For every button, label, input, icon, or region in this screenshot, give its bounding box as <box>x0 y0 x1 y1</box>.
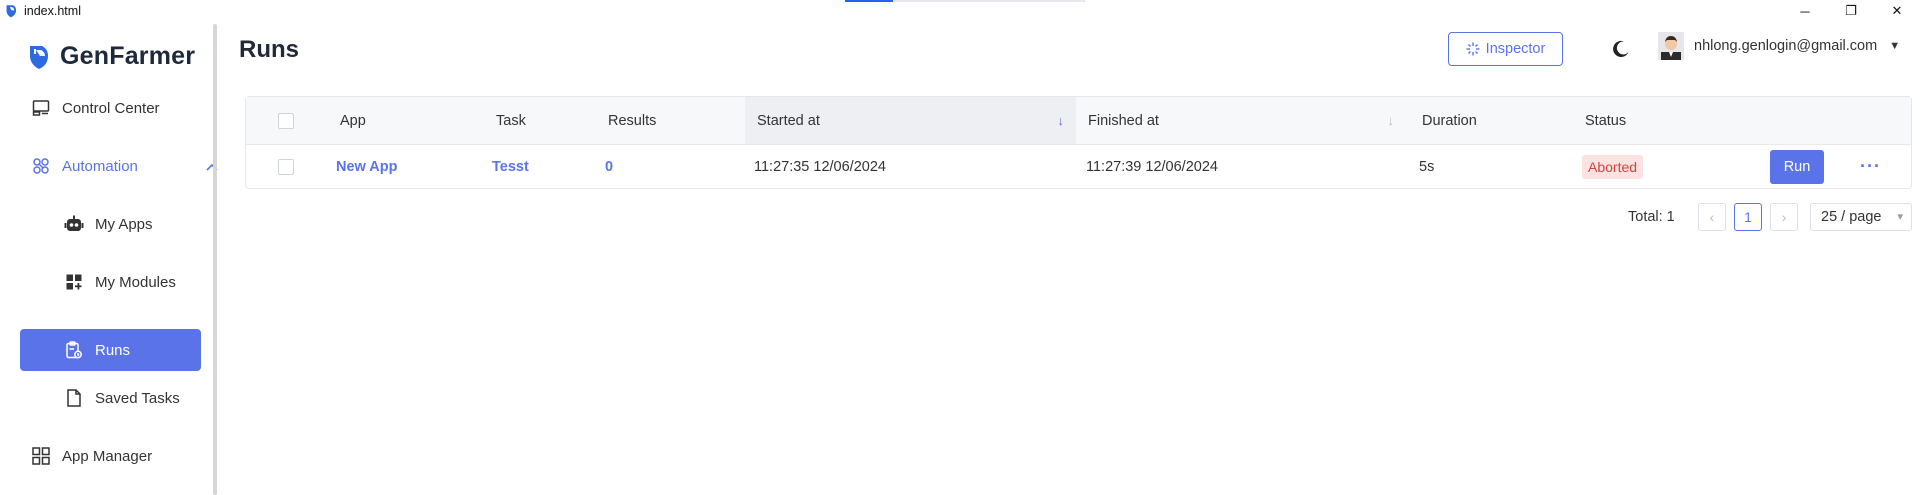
dark-mode-toggle[interactable] <box>1610 38 1632 60</box>
column-header-duration[interactable]: Duration <box>1422 97 1477 144</box>
more-options-icon[interactable]: ··· <box>1860 156 1881 177</box>
sidebar-item-app-manager[interactable]: App Manager <box>30 441 200 471</box>
minimize-button[interactable]: ─ <box>1782 0 1828 22</box>
sidebar: GenFarmer Control Center Automation My A… <box>0 22 218 495</box>
row-results-link[interactable]: 0 <box>605 145 613 188</box>
file-icon <box>63 387 85 409</box>
sort-desc-icon[interactable]: ↓ <box>1058 113 1065 128</box>
grid-icon <box>30 445 52 467</box>
restore-button[interactable]: ❐ <box>1828 0 1874 22</box>
runs-table: App Task Results Started at ↓ Finished a… <box>245 96 1912 189</box>
automation-icon <box>30 155 52 177</box>
sidebar-item-control-center[interactable]: Control Center <box>30 93 200 123</box>
sidebar-scrollbar[interactable] <box>213 24 217 495</box>
modules-icon <box>63 271 85 293</box>
user-menu[interactable]: nhlong.genlogin@gmail.com ▼ <box>1658 32 1900 60</box>
sidebar-item-my-modules[interactable]: My Modules <box>63 267 203 297</box>
table-row: New App Tesst 0 11:27:35 12/06/2024 11:2… <box>246 145 1911 188</box>
sidebar-item-label: Runs <box>95 341 131 359</box>
sidebar-item-label: Control Center <box>62 99 160 117</box>
sidebar-item-label: Saved Tasks <box>95 389 180 407</box>
column-header-finished-at[interactable]: Finished at ↓ <box>1076 97 1406 144</box>
column-header-label: Finished at <box>1088 112 1159 129</box>
row-app-link[interactable]: New App <box>336 145 398 188</box>
window-controls: ─ ❐ ✕ <box>1782 0 1920 22</box>
column-header-label: Started at <box>757 112 820 129</box>
inspector-button[interactable]: Inspector <box>1448 32 1563 66</box>
column-header-app[interactable]: App <box>340 97 366 144</box>
pagination: Total: 1 ‹ 1 › 25 / page ▾ <box>218 203 1912 233</box>
moon-icon <box>1613 40 1629 57</box>
row-task-link[interactable]: Tesst <box>492 145 529 188</box>
main-content: Runs Inspector nhlong.genlogin@gmail.com… <box>218 22 1920 495</box>
chevron-down-icon: ▾ <box>1897 211 1903 223</box>
genfarmer-logo-icon <box>30 45 48 69</box>
brand-name: GenFarmer <box>60 42 196 70</box>
brand[interactable]: GenFarmer <box>28 42 195 71</box>
run-button[interactable]: Run <box>1770 149 1824 184</box>
column-header-task[interactable]: Task <box>496 97 526 144</box>
avatar <box>1658 32 1684 60</box>
sort-icon[interactable]: ↓ <box>1388 113 1395 128</box>
runs-icon <box>63 339 85 361</box>
window-title: index.html <box>24 4 81 18</box>
sidebar-item-label: My Apps <box>95 215 153 233</box>
page-size-select[interactable]: 25 / page ▾ <box>1810 203 1912 231</box>
sidebar-item-saved-tasks[interactable]: Saved Tasks <box>63 383 203 413</box>
column-header-results[interactable]: Results <box>608 97 656 144</box>
sparkle-icon <box>1466 42 1480 56</box>
table-header: App Task Results Started at ↓ Finished a… <box>246 97 1911 145</box>
status-badge: Aborted <box>1582 154 1644 179</box>
sidebar-item-runs[interactable]: Runs <box>20 329 201 371</box>
column-header-status[interactable]: Status <box>1585 97 1626 144</box>
sidebar-item-my-apps[interactable]: My Apps <box>63 209 203 239</box>
monitor-icon <box>30 97 52 119</box>
page-1-button[interactable]: 1 <box>1734 203 1762 231</box>
total-count: Total: 1 <box>1628 209 1675 225</box>
app-logo-icon <box>6 5 17 18</box>
caret-down-icon: ▼ <box>1889 40 1901 52</box>
select-all-checkbox[interactable] <box>278 112 294 129</box>
row-duration: 5s <box>1419 158 1435 175</box>
loading-bar <box>845 0 1085 2</box>
column-header-started-at[interactable]: Started at ↓ <box>745 97 1076 144</box>
sidebar-item-automation[interactable]: Automation <box>30 151 218 181</box>
user-email: nhlong.genlogin@gmail.com <box>1694 38 1878 54</box>
next-page-button[interactable]: › <box>1770 203 1798 231</box>
window-titlebar: index.html ─ ❐ ✕ <box>0 0 1920 22</box>
page-title: Runs <box>239 36 299 63</box>
sidebar-item-label: App Manager <box>62 447 153 465</box>
page-size-value: 25 / page <box>1821 209 1882 225</box>
inspector-label: Inspector <box>1485 41 1546 57</box>
robot-icon <box>63 213 85 235</box>
sidebar-item-label: Automation <box>62 157 138 175</box>
close-button[interactable]: ✕ <box>1874 0 1920 22</box>
sidebar-item-label: My Modules <box>95 273 176 291</box>
row-checkbox[interactable] <box>278 158 294 175</box>
prev-page-button[interactable]: ‹ <box>1698 203 1726 231</box>
row-finished-at: 11:27:39 12/06/2024 <box>1086 158 1218 175</box>
row-started-at: 11:27:35 12/06/2024 <box>754 158 886 175</box>
